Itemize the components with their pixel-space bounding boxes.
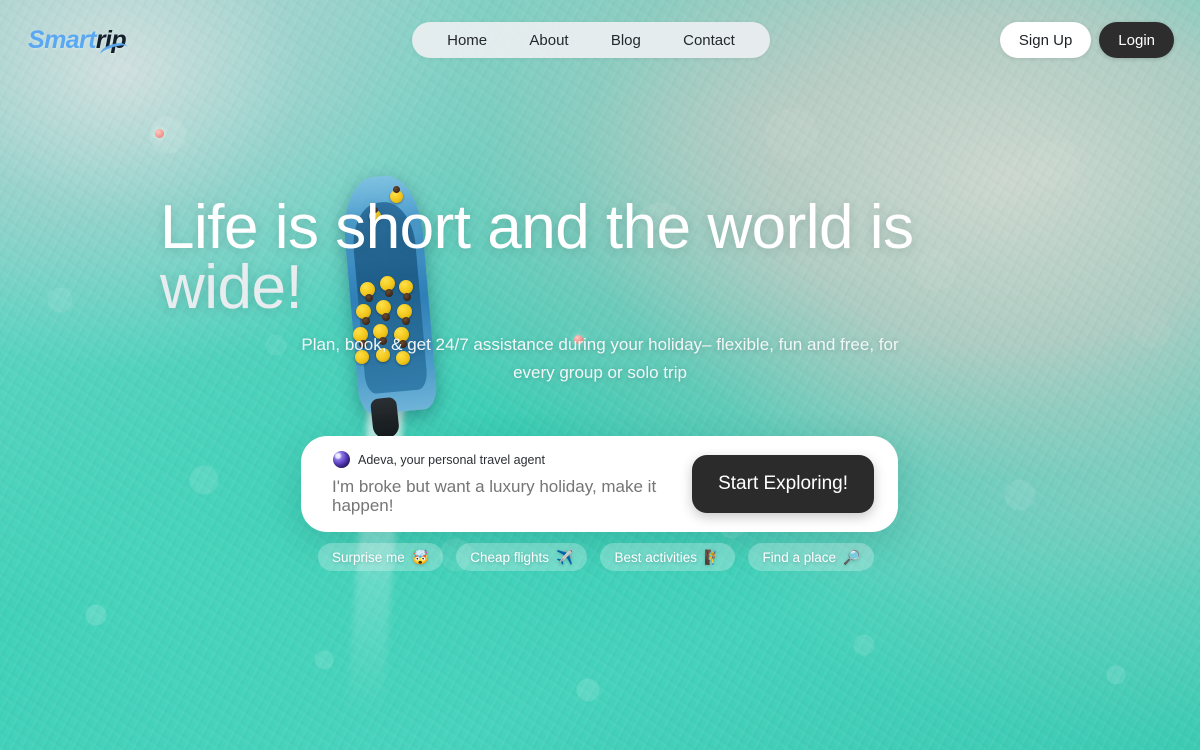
hero-section: Life is short and the world is wide! Pla… <box>0 0 1200 750</box>
logo-text-primary: Smart <box>28 26 96 54</box>
sign-up-button[interactable]: Sign Up <box>999 22 1092 58</box>
main-nav: Home About Blog Contact <box>412 22 770 58</box>
nav-item-blog[interactable]: Blog <box>605 28 647 53</box>
agent-identity: Adeva, your personal travel agent <box>333 451 545 468</box>
chip-label: Surprise me <box>332 549 405 565</box>
chip-best-activities[interactable]: Best activities 🧗 <box>600 543 736 571</box>
climbing-icon: 🧗 <box>704 548 722 565</box>
chip-label: Cheap flights <box>470 549 550 565</box>
page-title: Life is short and the world is wide! <box>160 197 1000 319</box>
auth-actions: Sign Up Login <box>999 22 1174 58</box>
login-button[interactable]: Login <box>1099 22 1174 58</box>
headline-line-2: wide! <box>160 253 303 322</box>
chip-label: Find a place <box>762 549 836 565</box>
airplane-icon: ✈️ <box>556 548 574 565</box>
chip-find-a-place[interactable]: Find a place 🔎 <box>748 543 875 571</box>
nav-item-about[interactable]: About <box>523 28 574 53</box>
hero-subtitle: Plan, book, & get 24/7 assistance during… <box>301 335 899 382</box>
magnifier-icon: 🔎 <box>842 548 861 565</box>
chip-cheap-flights[interactable]: Cheap flights ✈️ <box>456 543 588 571</box>
search-card: Adeva, your personal travel agent Start … <box>301 436 898 532</box>
agent-label: Adeva, your personal travel agent <box>358 452 545 467</box>
nav-item-home[interactable]: Home <box>441 28 493 53</box>
logo[interactable]: Smartrip <box>28 24 130 61</box>
nav-item-contact[interactable]: Contact <box>677 28 741 53</box>
search-input[interactable] <box>332 477 692 515</box>
landing-page: Smartrip Home About Blog Contact Sign Up… <box>0 0 1200 750</box>
top-bar: Smartrip Home About Blog Contact Sign Up… <box>0 0 1200 80</box>
chip-label: Best activities <box>614 549 697 565</box>
chip-surprise-me[interactable]: Surprise me 🤯 <box>318 543 444 571</box>
headline-line-1: Life is short and the world is <box>160 193 914 262</box>
orb-avatar-icon <box>333 451 350 468</box>
suggestion-chips: Surprise me 🤯 Cheap flights ✈️ Best acti… <box>318 543 875 571</box>
start-exploring-button[interactable]: Start Exploring! <box>692 455 874 513</box>
exploding-head-icon: 🤯 <box>411 548 430 565</box>
